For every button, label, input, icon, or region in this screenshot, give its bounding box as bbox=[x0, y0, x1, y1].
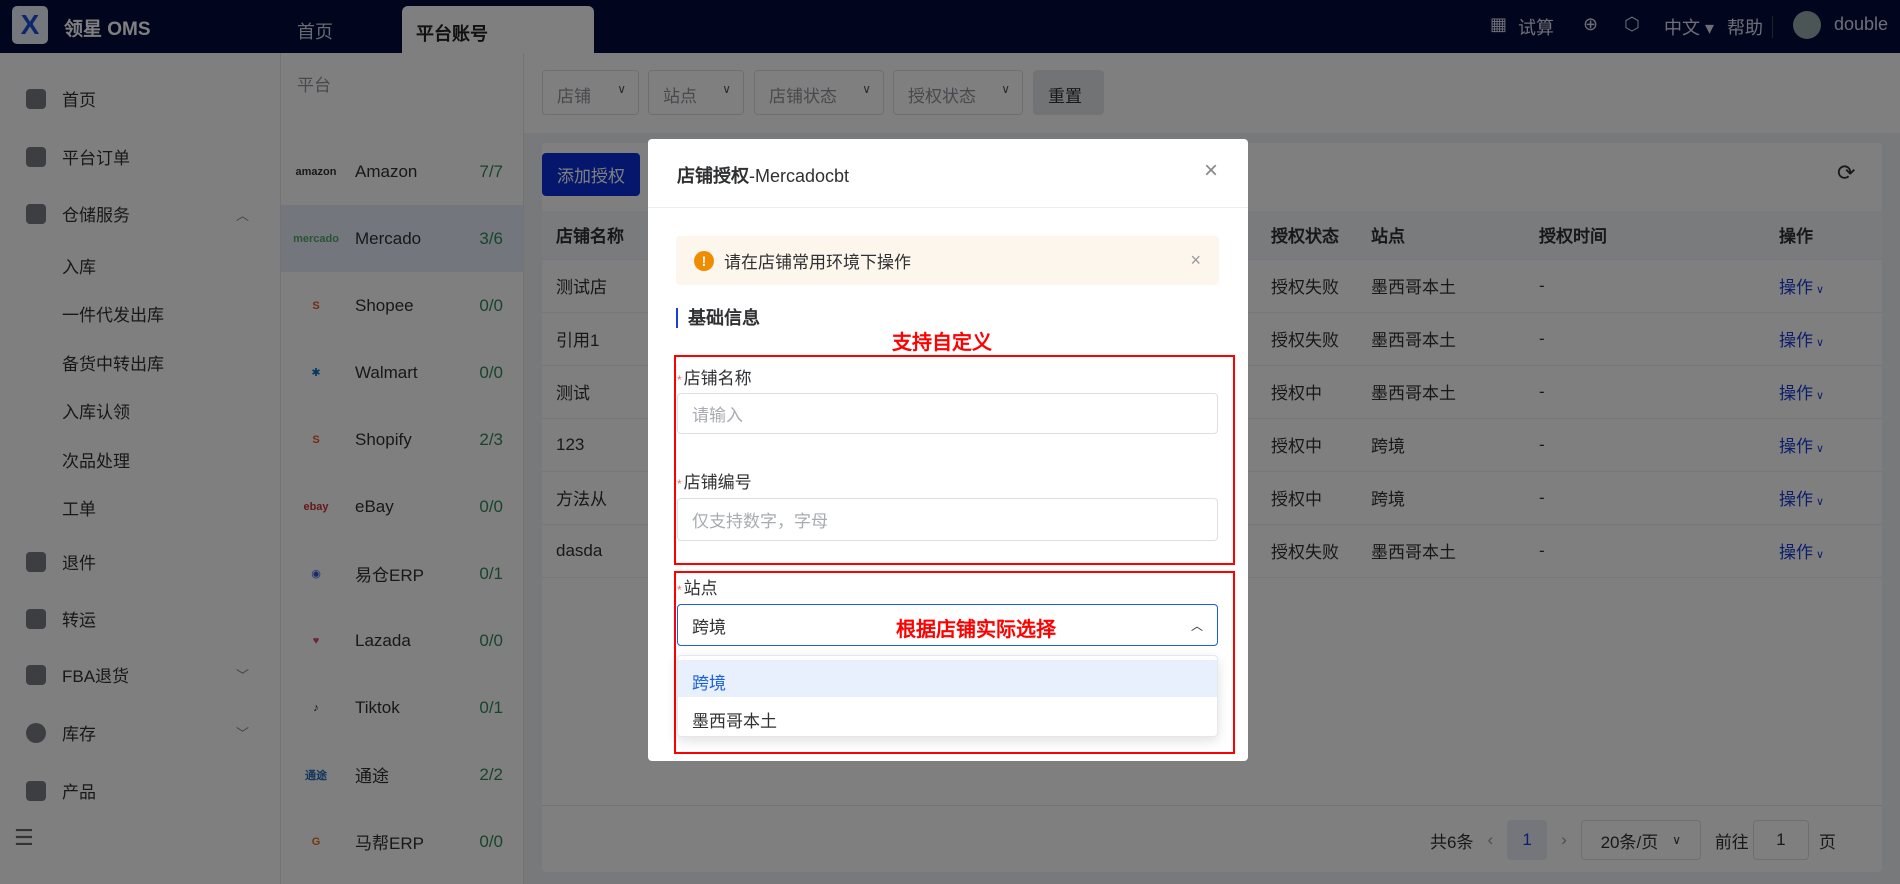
shop-name-input[interactable]: 请输入 bbox=[677, 393, 1218, 434]
shop-name-label: * 店铺名称 bbox=[677, 369, 752, 388]
warning-alert: ! 请在店铺常用环境下操作 × bbox=[676, 236, 1219, 285]
close-alert-icon[interactable]: × bbox=[1190, 250, 1201, 271]
chevron-up-icon: ︿ bbox=[1190, 618, 1203, 633]
warning-icon: ! bbox=[694, 250, 714, 271]
close-icon[interactable]: × bbox=[1204, 157, 1218, 185]
site-dropdown: 跨境 墨西哥本土 bbox=[677, 655, 1218, 737]
modal-title: 店铺授权-Mercadocbt bbox=[677, 162, 849, 188]
divider bbox=[648, 207, 1248, 208]
site-option[interactable]: 跨境 bbox=[678, 660, 1217, 697]
label-text: 店铺编号 bbox=[683, 473, 752, 492]
site-label: * 站点 bbox=[677, 579, 718, 598]
title-rest: -Mercadocbt bbox=[749, 166, 850, 186]
alert-text: 请在店铺常用环境下操作 bbox=[724, 253, 911, 272]
shop-code-input[interactable]: 仅支持数字，字母 bbox=[677, 498, 1218, 541]
label-text: 店铺名称 bbox=[683, 369, 752, 388]
site-option[interactable]: 墨西哥本土 bbox=[678, 697, 1217, 735]
shop-auth-modal: 店铺授权-Mercadocbt × ! 请在店铺常用环境下操作 × 基础信息 支… bbox=[648, 139, 1248, 761]
label-text: 站点 bbox=[683, 579, 718, 598]
section-title: 基础信息 bbox=[676, 308, 760, 328]
shop-code-label: * 店铺编号 bbox=[677, 473, 752, 492]
annotation-select: 根据店铺实际选择 bbox=[896, 619, 1056, 641]
annotation-custom: 支持自定义 bbox=[892, 332, 992, 354]
title-bold: 店铺授权 bbox=[677, 166, 749, 186]
